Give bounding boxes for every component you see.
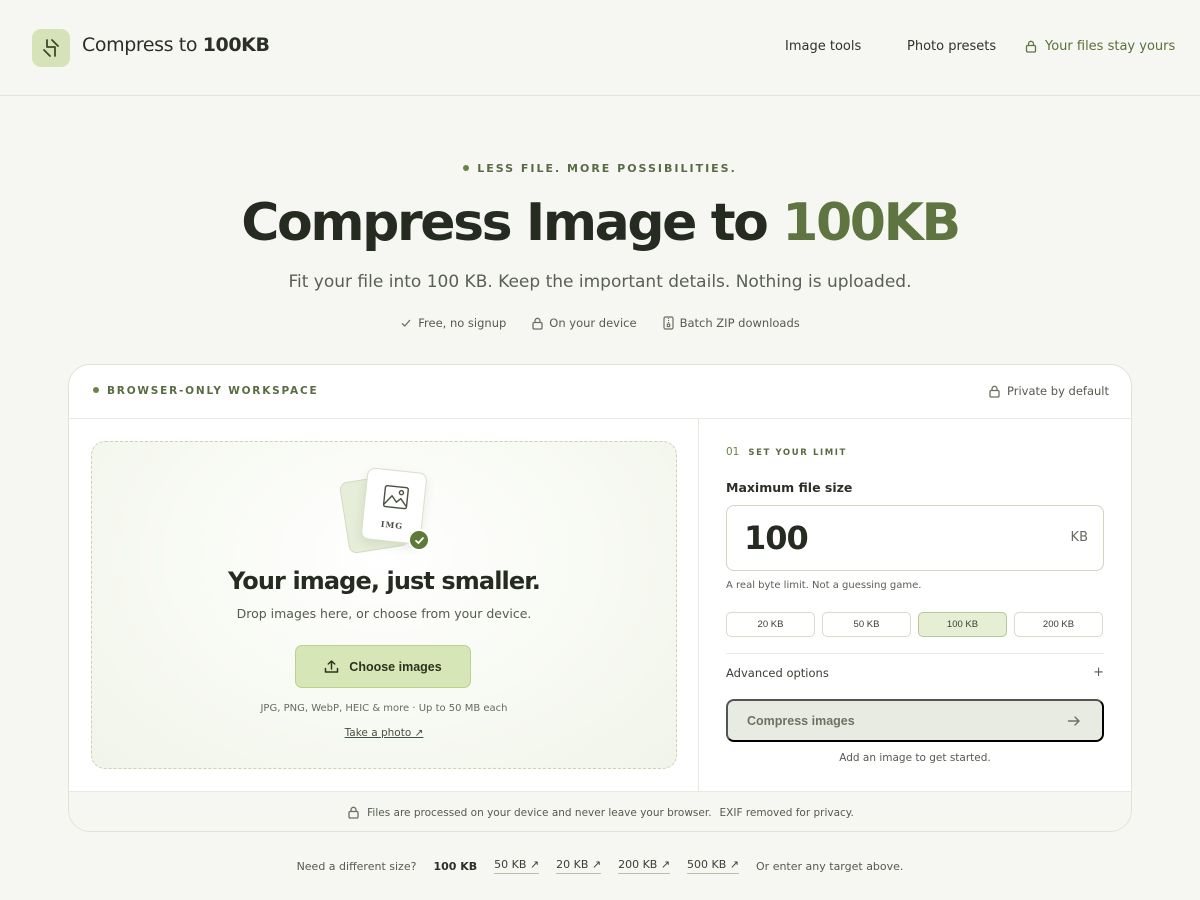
nav-photo-presets[interactable]: Photo presets	[907, 39, 996, 54]
settings-divider	[726, 653, 1104, 654]
other-sizes-prompt: Need a different size?	[296, 859, 417, 873]
current-size: 100 KB	[433, 859, 478, 873]
private-default-label: Private by default	[1007, 384, 1109, 398]
arrow-right-icon	[1067, 716, 1080, 726]
check-icon	[408, 529, 430, 551]
lock-icon	[348, 806, 359, 819]
private-default: Private by default	[989, 384, 1109, 398]
hero-subtitle: Fit your file into 100 KB. Keep the impo…	[288, 272, 912, 292]
size-hint: A real byte limit. Not a guessing game.	[726, 580, 922, 591]
brand-highlight: 100KB	[202, 34, 270, 56]
hero-eyebrow-text: LESS FILE. MORE POSSIBILITIES.	[477, 162, 737, 175]
workspace-dot	[93, 387, 99, 393]
check-icon	[401, 319, 411, 327]
badge-device-label: On your device	[549, 316, 637, 330]
compress-images-label: Compress images	[747, 714, 855, 728]
page-title-accent: 100KB	[782, 193, 961, 253]
badge-free: Free, no signup	[400, 316, 506, 330]
dropzone[interactable]: IMG Your image, just smaller. Drop image…	[91, 441, 677, 769]
workspace-label: BROWSER-ONLY WORKSPACE	[93, 385, 318, 397]
choose-images-label: Choose images	[349, 659, 442, 674]
plus-icon: +	[1093, 665, 1104, 680]
preset-20kb[interactable]: 20 KB	[726, 612, 815, 637]
workspace-footer: Files are processed on your device and n…	[69, 791, 1131, 831]
step-heading: 01 SET YOUR LIMIT	[726, 446, 847, 458]
column-divider	[698, 419, 699, 791]
accepted-formats: JPG, PNG, WebP, HEIC & more · Up to 50 M…	[260, 703, 508, 714]
preset-200kb[interactable]: 200 KB	[1014, 612, 1103, 637]
badge-zip-label: Batch ZIP downloads	[679, 316, 800, 330]
size-presets: 20 KB 50 KB 100 KB 200 KB	[726, 612, 1104, 637]
brand-prefix: Compress to	[82, 34, 203, 56]
brand-name[interactable]: Compress to 100KB	[82, 34, 270, 56]
feature-badges: Free, no signup On your device Batch ZIP…	[0, 316, 1200, 330]
workspace-header: BROWSER-ONLY WORKSPACE Private by defaul…	[69, 365, 1131, 419]
get-started-hint: Add an image to get started.	[839, 752, 991, 764]
nav-privacy-link[interactable]: Your files stay yours	[1025, 39, 1175, 54]
lock-icon	[532, 317, 543, 330]
logo-icon[interactable]	[32, 29, 70, 67]
page-title: Compress Image to 100KB	[0, 193, 1200, 253]
dropzone-subtitle: Drop images here, or choose from your de…	[236, 606, 532, 621]
take-photo-row: Take a photo ↗	[92, 727, 676, 739]
take-photo-link[interactable]: Take a photo ↗	[345, 727, 424, 739]
size-link-200kb[interactable]: 200 KB ↗	[618, 858, 671, 874]
advanced-options-toggle[interactable]: Advanced options +	[726, 665, 1104, 686]
nav-privacy-label: Your files stay yours	[1045, 39, 1176, 54]
max-size-field[interactable]: KB	[726, 505, 1104, 571]
footer-privacy-note: Files are processed on your device and n…	[367, 806, 712, 819]
size-link-20kb[interactable]: 20 KB ↗	[556, 858, 602, 874]
lock-icon	[989, 385, 1000, 398]
other-sizes-tail: Or enter any target above.	[756, 859, 904, 873]
dropzone-title: Your image, just smaller.	[228, 567, 541, 595]
hero-eyebrow: LESS FILE. MORE POSSIBILITIES.	[0, 162, 1200, 175]
badge-free-label: Free, no signup	[418, 316, 507, 330]
upload-icon	[325, 660, 339, 673]
workspace-card: BROWSER-ONLY WORKSPACE Private by defaul…	[68, 364, 1132, 832]
lock-icon	[1025, 40, 1037, 53]
badge-zip: Batch ZIP downloads	[662, 316, 800, 330]
preset-50kb[interactable]: 50 KB	[822, 612, 911, 637]
step-label: SET YOUR LIMIT	[748, 448, 847, 458]
size-link-50kb[interactable]: 50 KB ↗	[494, 858, 540, 874]
compress-images-button[interactable]: Compress images	[726, 699, 1104, 742]
badge-device: On your device	[532, 316, 637, 330]
size-unit: KB	[1070, 530, 1088, 545]
eyebrow-dot	[463, 165, 470, 171]
nav-image-tools[interactable]: Image tools	[785, 39, 861, 54]
max-size-label: Maximum file size	[726, 480, 853, 495]
advanced-options-label: Advanced options	[726, 666, 829, 680]
workspace-label-text: BROWSER-ONLY WORKSPACE	[107, 385, 319, 397]
step-number: 01	[726, 446, 740, 458]
max-size-input[interactable]	[744, 516, 1044, 560]
other-sizes-row: Need a different size? 100 KB 50 KB ↗ 20…	[0, 858, 1200, 874]
image-icon	[382, 485, 409, 510]
choose-images-button[interactable]: Choose images	[295, 645, 471, 688]
preset-100kb[interactable]: 100 KB	[918, 612, 1007, 637]
file-zip-icon	[662, 316, 674, 330]
page-title-prefix: Compress Image to	[241, 193, 783, 253]
size-link-500kb[interactable]: 500 KB ↗	[687, 858, 740, 874]
site-header: Compress to 100KB Image tools Photo pres…	[0, 0, 1200, 96]
footer-exif-note: EXIF removed for privacy.	[719, 806, 854, 819]
